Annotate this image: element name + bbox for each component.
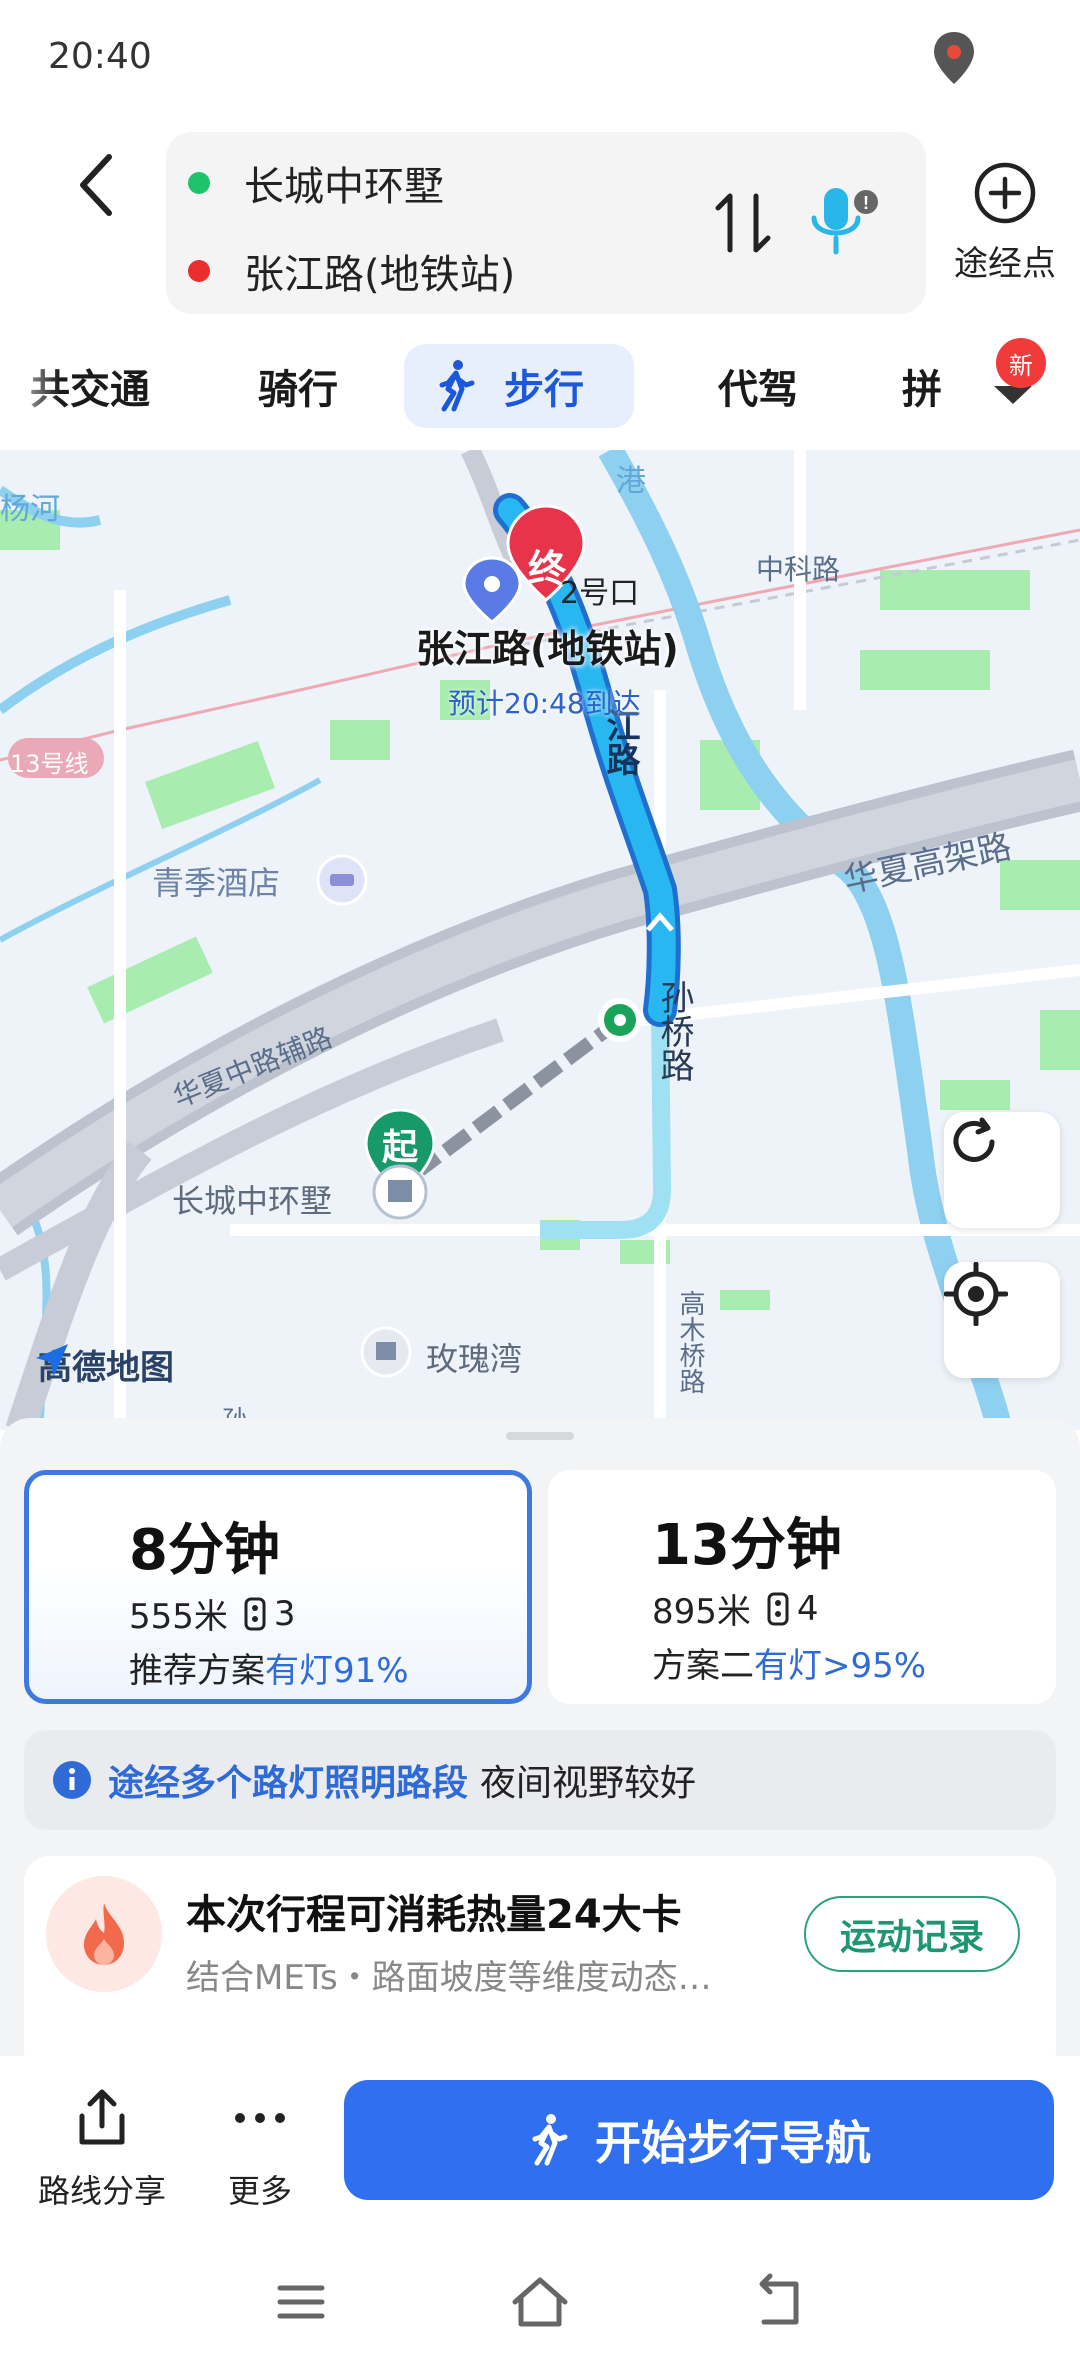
destination-field[interactable]: 张江路(地铁站)	[188, 242, 515, 300]
tab-label: 拼	[902, 367, 942, 413]
menu-icon[interactable]	[266, 2272, 336, 2332]
more-dots-icon	[235, 2113, 285, 2123]
plan-description: 推荐方案有灯91%	[129, 1643, 409, 1692]
traffic-light-icon	[767, 1592, 789, 1625]
tab-walking[interactable]: 步行	[404, 344, 634, 428]
new-badge: 新	[996, 338, 1046, 388]
poi-hotel-label[interactable]: 青季酒店	[152, 858, 280, 904]
calorie-card: 本次行程可消耗热量24大卡 结合METs・路面坡度等维度动态… 运动记录	[24, 1856, 1056, 2076]
voice-input-icon[interactable]: !	[806, 182, 884, 264]
add-waypoint-button[interactable]: 途经点	[940, 150, 1070, 290]
poi-rose-bay-label[interactable]: 玫瑰湾	[426, 1334, 522, 1380]
map-canvas	[0, 450, 1080, 1430]
route-input-box: 长城中环墅 张江路(地铁站) !	[166, 132, 926, 314]
home-icon[interactable]	[505, 2272, 575, 2332]
fire-icon	[84, 1903, 124, 1965]
tab-label: 代驾	[718, 367, 798, 413]
start-nav-label: 开始步行导航	[595, 2116, 871, 2170]
origin-text: 长城中环墅	[244, 164, 444, 210]
plan-distance: 555米	[129, 1597, 228, 1637]
plan-distance: 895米	[652, 1592, 751, 1632]
start-place-label: 长城中环墅	[172, 1182, 333, 1220]
tab-label: 骑行	[258, 367, 338, 413]
tab-designated-driver[interactable]: 代驾	[718, 344, 798, 428]
plan-light-count: 3	[273, 1593, 296, 1634]
plan-desc-prefix: 方案二	[652, 1646, 754, 1686]
system-navigation-bar	[0, 2226, 1080, 2376]
plan-meta: 895米 4	[652, 1584, 819, 1633]
exercise-record-button[interactable]: 运动记录	[804, 1896, 1020, 1972]
origin-field[interactable]: 长城中环墅	[188, 154, 444, 212]
exit-label: 2号口	[560, 576, 640, 611]
tab-label: 步行	[504, 367, 584, 413]
share-icon	[79, 2089, 125, 2145]
plan-light-count: 4	[796, 1588, 819, 1629]
route-plans-sheet: 8分钟 555米 3 推荐方案有灯91% 13分钟 895米 4 方案二有灯>9…	[0, 1418, 1080, 2076]
calorie-subtitle: 结合METs・路面坡度等维度动态…	[186, 1958, 712, 1998]
waypoint-label: 途经点	[954, 244, 1056, 284]
walking-icon	[532, 2114, 568, 2166]
map-view[interactable]: 终 起 13号线 2号口 中科路 港 杨河 华夏高架路 华夏中路辅路 江路 孙桥…	[0, 450, 1080, 1430]
info-icon	[53, 1761, 91, 1799]
plan-desc-prefix: 推荐方案	[129, 1651, 265, 1691]
chevron-left-icon	[80, 154, 112, 216]
transport-tabs: 共交通 骑行 步行 代驾 拼	[0, 330, 1080, 440]
back-button[interactable]	[60, 140, 130, 230]
road-label-zhongke: 中科路	[756, 553, 841, 586]
refresh-button[interactable]	[944, 1112, 1060, 1228]
more-button[interactable]: 更多	[180, 2086, 340, 2212]
notice-highlight: 途经多个路灯照明路段	[108, 1763, 469, 1804]
tab-carpool[interactable]: 拼	[902, 344, 942, 428]
road-label-sunqiao: 孙桥路	[654, 980, 694, 1082]
plan-duration: 13分钟	[652, 1513, 842, 1578]
road-label-gaomu: 高木桥路	[675, 1290, 705, 1394]
status-bar: 20:40	[0, 0, 1080, 120]
plan-duration: 8分钟	[129, 1518, 280, 1583]
plan-card-alternative[interactable]: 13分钟 895米 4 方案二有灯>95%	[548, 1470, 1056, 1704]
plan-card-recommended[interactable]: 8分钟 555米 3 推荐方案有灯91%	[24, 1470, 532, 1704]
crosshair-icon	[944, 1262, 1008, 1326]
refresh-icon	[953, 1117, 995, 1162]
status-time: 20:40	[48, 36, 152, 77]
sheet-drag-handle[interactable]	[506, 1432, 574, 1440]
fire-icon-wrap	[46, 1876, 162, 1992]
start-marker-label: 起	[382, 1127, 419, 1168]
notice-text: 夜间视野较好	[480, 1763, 697, 1804]
bottom-action-bar: 路线分享 更多 开始步行导航	[0, 2056, 1080, 2226]
svg-text:!: !	[863, 193, 869, 213]
navigation-arrow-icon	[36, 1344, 68, 1376]
eta-label: 预计20:48到达	[448, 687, 641, 720]
back-nav-icon[interactable]	[744, 2272, 814, 2332]
lighting-notice: 途经多个路灯照明路段 夜间视野较好	[24, 1730, 1056, 1830]
share-route-button[interactable]: 路线分享	[22, 2086, 182, 2212]
line13-label: 13号线	[10, 750, 89, 778]
plan-description: 方案二有灯>95%	[652, 1638, 926, 1687]
destination-dot	[188, 260, 210, 282]
amap-logo: 高德地图	[32, 1340, 174, 1389]
tabs-fade	[0, 330, 60, 440]
tab-cycling[interactable]: 骑行	[258, 344, 338, 428]
share-label: 路线分享	[37, 2172, 166, 2210]
plan-desc-highlight: 有灯>95%	[754, 1646, 927, 1686]
more-label: 更多	[227, 2172, 292, 2210]
traffic-light-icon	[244, 1597, 266, 1630]
walking-icon	[439, 360, 475, 412]
calorie-title: 本次行程可消耗热量24大卡	[186, 1892, 682, 1938]
plus-circle-icon	[974, 162, 1036, 224]
plan-meta: 555米 3	[129, 1589, 296, 1638]
locate-me-button[interactable]	[944, 1262, 1060, 1378]
river-label-top: 港	[616, 464, 646, 499]
destination-name: 张江路(地铁站)	[416, 627, 679, 671]
location-status-icon	[934, 32, 974, 84]
start-walking-navigation-button[interactable]: 开始步行导航	[344, 2080, 1054, 2200]
swap-icon[interactable]	[714, 188, 774, 258]
plan-desc-highlight: 有灯91%	[265, 1651, 409, 1691]
origin-dot	[188, 172, 210, 194]
river-label-left: 杨河	[0, 492, 60, 527]
destination-text: 张江路(地铁站)	[244, 252, 516, 298]
